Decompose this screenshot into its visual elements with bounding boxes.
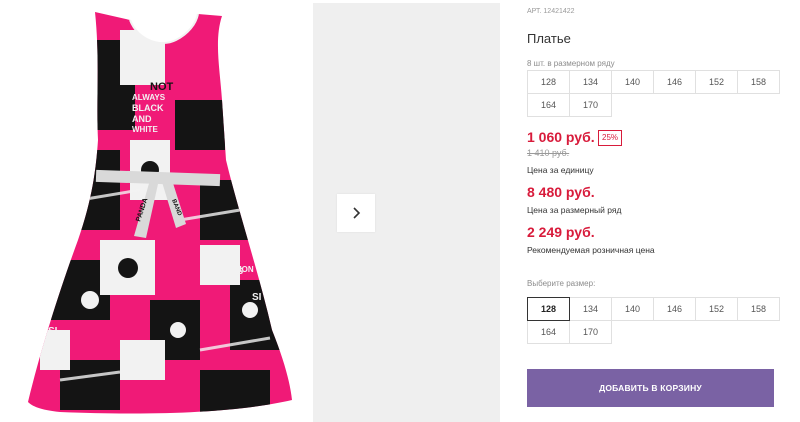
article-number: АРТ. 12421422 [527, 8, 575, 15]
size-row-item: 140 [611, 70, 654, 94]
size-row-price-label: Цена за размерный ряд [527, 205, 622, 215]
size-row-item: 170 [569, 93, 612, 117]
product-page: LIFE IS NOT ALWAYS BLACK AND WHITE LIFE … [0, 0, 800, 422]
add-to-cart-button[interactable]: ДОБАВИТЬ В КОРЗИНУ [527, 369, 774, 407]
size-row-item: 164 [527, 93, 570, 117]
size-select-grid: 128 134 140 146 152 158 164 170 [527, 297, 780, 344]
size-option[interactable]: 164 [527, 320, 570, 344]
dress-photo: LIFE IS NOT ALWAYS BLACK AND WHITE LIFE … [28, 12, 292, 414]
size-row-caption: 8 шт. в размерном ряду [527, 59, 615, 68]
size-option[interactable]: 170 [569, 320, 612, 344]
chevron-right-icon [353, 207, 361, 219]
retail-price-label: Рекомендуемая розничная цена [527, 245, 655, 255]
svg-text:BLACK: BLACK [206, 277, 234, 286]
retail-price: 2 249 руб. [527, 224, 595, 240]
discount-badge: 25% [598, 130, 623, 146]
product-main-photo[interactable]: LIFE IS NOT ALWAYS BLACK AND WHITE LIFE … [0, 0, 300, 422]
size-row-item: 152 [695, 70, 738, 94]
svg-text:LIFE IS: LIFE IS [204, 254, 235, 264]
size-row-grid: 128 134 140 146 152 158 164 170 [527, 70, 780, 117]
svg-text:MON: MON [235, 265, 254, 274]
svg-text:ALWAYS: ALWAYS [132, 93, 166, 102]
size-row-item: 158 [737, 70, 780, 94]
svg-text:BLACK: BLACK [132, 103, 164, 113]
size-row-item: 146 [653, 70, 696, 94]
size-option[interactable]: 134 [569, 297, 612, 321]
size-row-item: 128 [527, 70, 570, 94]
svg-text:LIFE IS: LIFE IS [134, 70, 165, 80]
size-row-price: 8 480 руб. [527, 184, 595, 200]
svg-text:SI: SI [48, 326, 58, 337]
product-title: Платье [527, 31, 571, 46]
unit-price-label: Цена за единицу [527, 165, 594, 175]
size-option-selected[interactable]: 128 [527, 297, 570, 321]
size-select-caption: Выберите размер: [527, 279, 596, 288]
svg-text:WHITE: WHITE [132, 125, 158, 134]
size-option[interactable]: 146 [653, 297, 696, 321]
gallery-next-button[interactable] [337, 194, 375, 232]
size-option[interactable]: 152 [695, 297, 738, 321]
svg-text:NOT: NOT [150, 81, 174, 93]
size-option[interactable]: 140 [611, 297, 654, 321]
svg-text:SI: SI [252, 292, 262, 303]
size-row-item: 134 [569, 70, 612, 94]
size-option[interactable]: 158 [737, 297, 780, 321]
unit-price: 1 060 руб. [527, 129, 595, 145]
svg-text:AND: AND [132, 114, 152, 124]
old-price: 1 410 руб. [527, 148, 570, 158]
